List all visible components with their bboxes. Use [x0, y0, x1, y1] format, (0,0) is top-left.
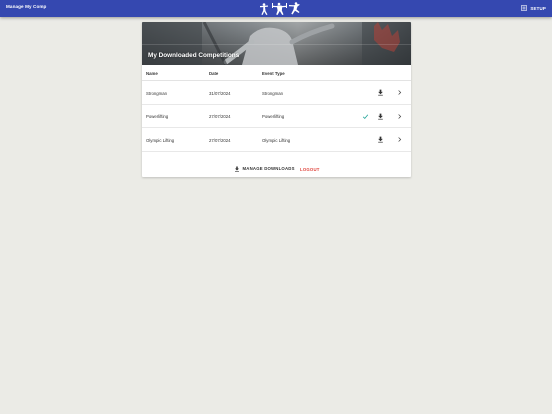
setup-label: SETUP	[530, 5, 546, 11]
row-event-type: Powerlifting	[262, 114, 285, 119]
table-row[interactable]: Powerlifting 27/07/2024 Powerlifting	[142, 105, 411, 128]
row-date: 27/07/2024	[209, 137, 231, 143]
row-name: Strongman	[146, 90, 168, 96]
download-icon[interactable]	[376, 88, 385, 97]
row-date: 31/07/2024	[209, 90, 231, 96]
check-icon	[361, 112, 370, 121]
settings-list-icon	[521, 5, 528, 11]
card-title: My Downloaded Competitions	[148, 52, 240, 59]
logout-button[interactable]: LOGOUT	[300, 167, 320, 172]
row-name: Powerlifting	[146, 114, 169, 119]
chevron-right-icon[interactable]	[395, 88, 404, 97]
table-row[interactable]: Strongman 31/07/2024 Strongman	[142, 81, 411, 105]
row-name: Olympic Lifting	[146, 137, 175, 143]
card-actions: MANAGE DOWNLOADS LOGOUT	[142, 162, 411, 174]
row-event-type: Strongman	[262, 90, 284, 96]
download-icon[interactable]	[376, 135, 385, 144]
app-logo	[260, 2, 300, 15]
row-date: 27/07/2024	[209, 114, 231, 119]
column-header-name: Name	[146, 70, 158, 76]
app-bar: Manage My Comp SETUP	[0, 0, 552, 17]
downloaded-competitions-card: My Downloaded Competitions Name Date Eve…	[142, 22, 411, 177]
manage-downloads-button[interactable]: MANAGE DOWNLOADS	[234, 164, 295, 173]
column-header-event-type: Event Type	[262, 70, 285, 76]
manage-downloads-label: MANAGE DOWNLOADS	[242, 166, 295, 171]
table-row[interactable]: Olympic Lifting 27/07/2024 Olympic Lifti…	[142, 128, 411, 152]
setup-button[interactable]: SETUP	[521, 2, 546, 14]
row-event-type: Olympic Lifting	[262, 137, 291, 143]
chevron-right-icon[interactable]	[395, 112, 404, 121]
app-title: Manage My Comp	[6, 4, 47, 9]
column-header-date: Date	[209, 70, 219, 76]
download-icon	[235, 166, 239, 172]
table-header: Name Date Event Type	[142, 65, 411, 81]
download-icon[interactable]	[376, 112, 385, 121]
hero-banner: My Downloaded Competitions	[142, 22, 411, 65]
chevron-right-icon[interactable]	[395, 135, 404, 144]
